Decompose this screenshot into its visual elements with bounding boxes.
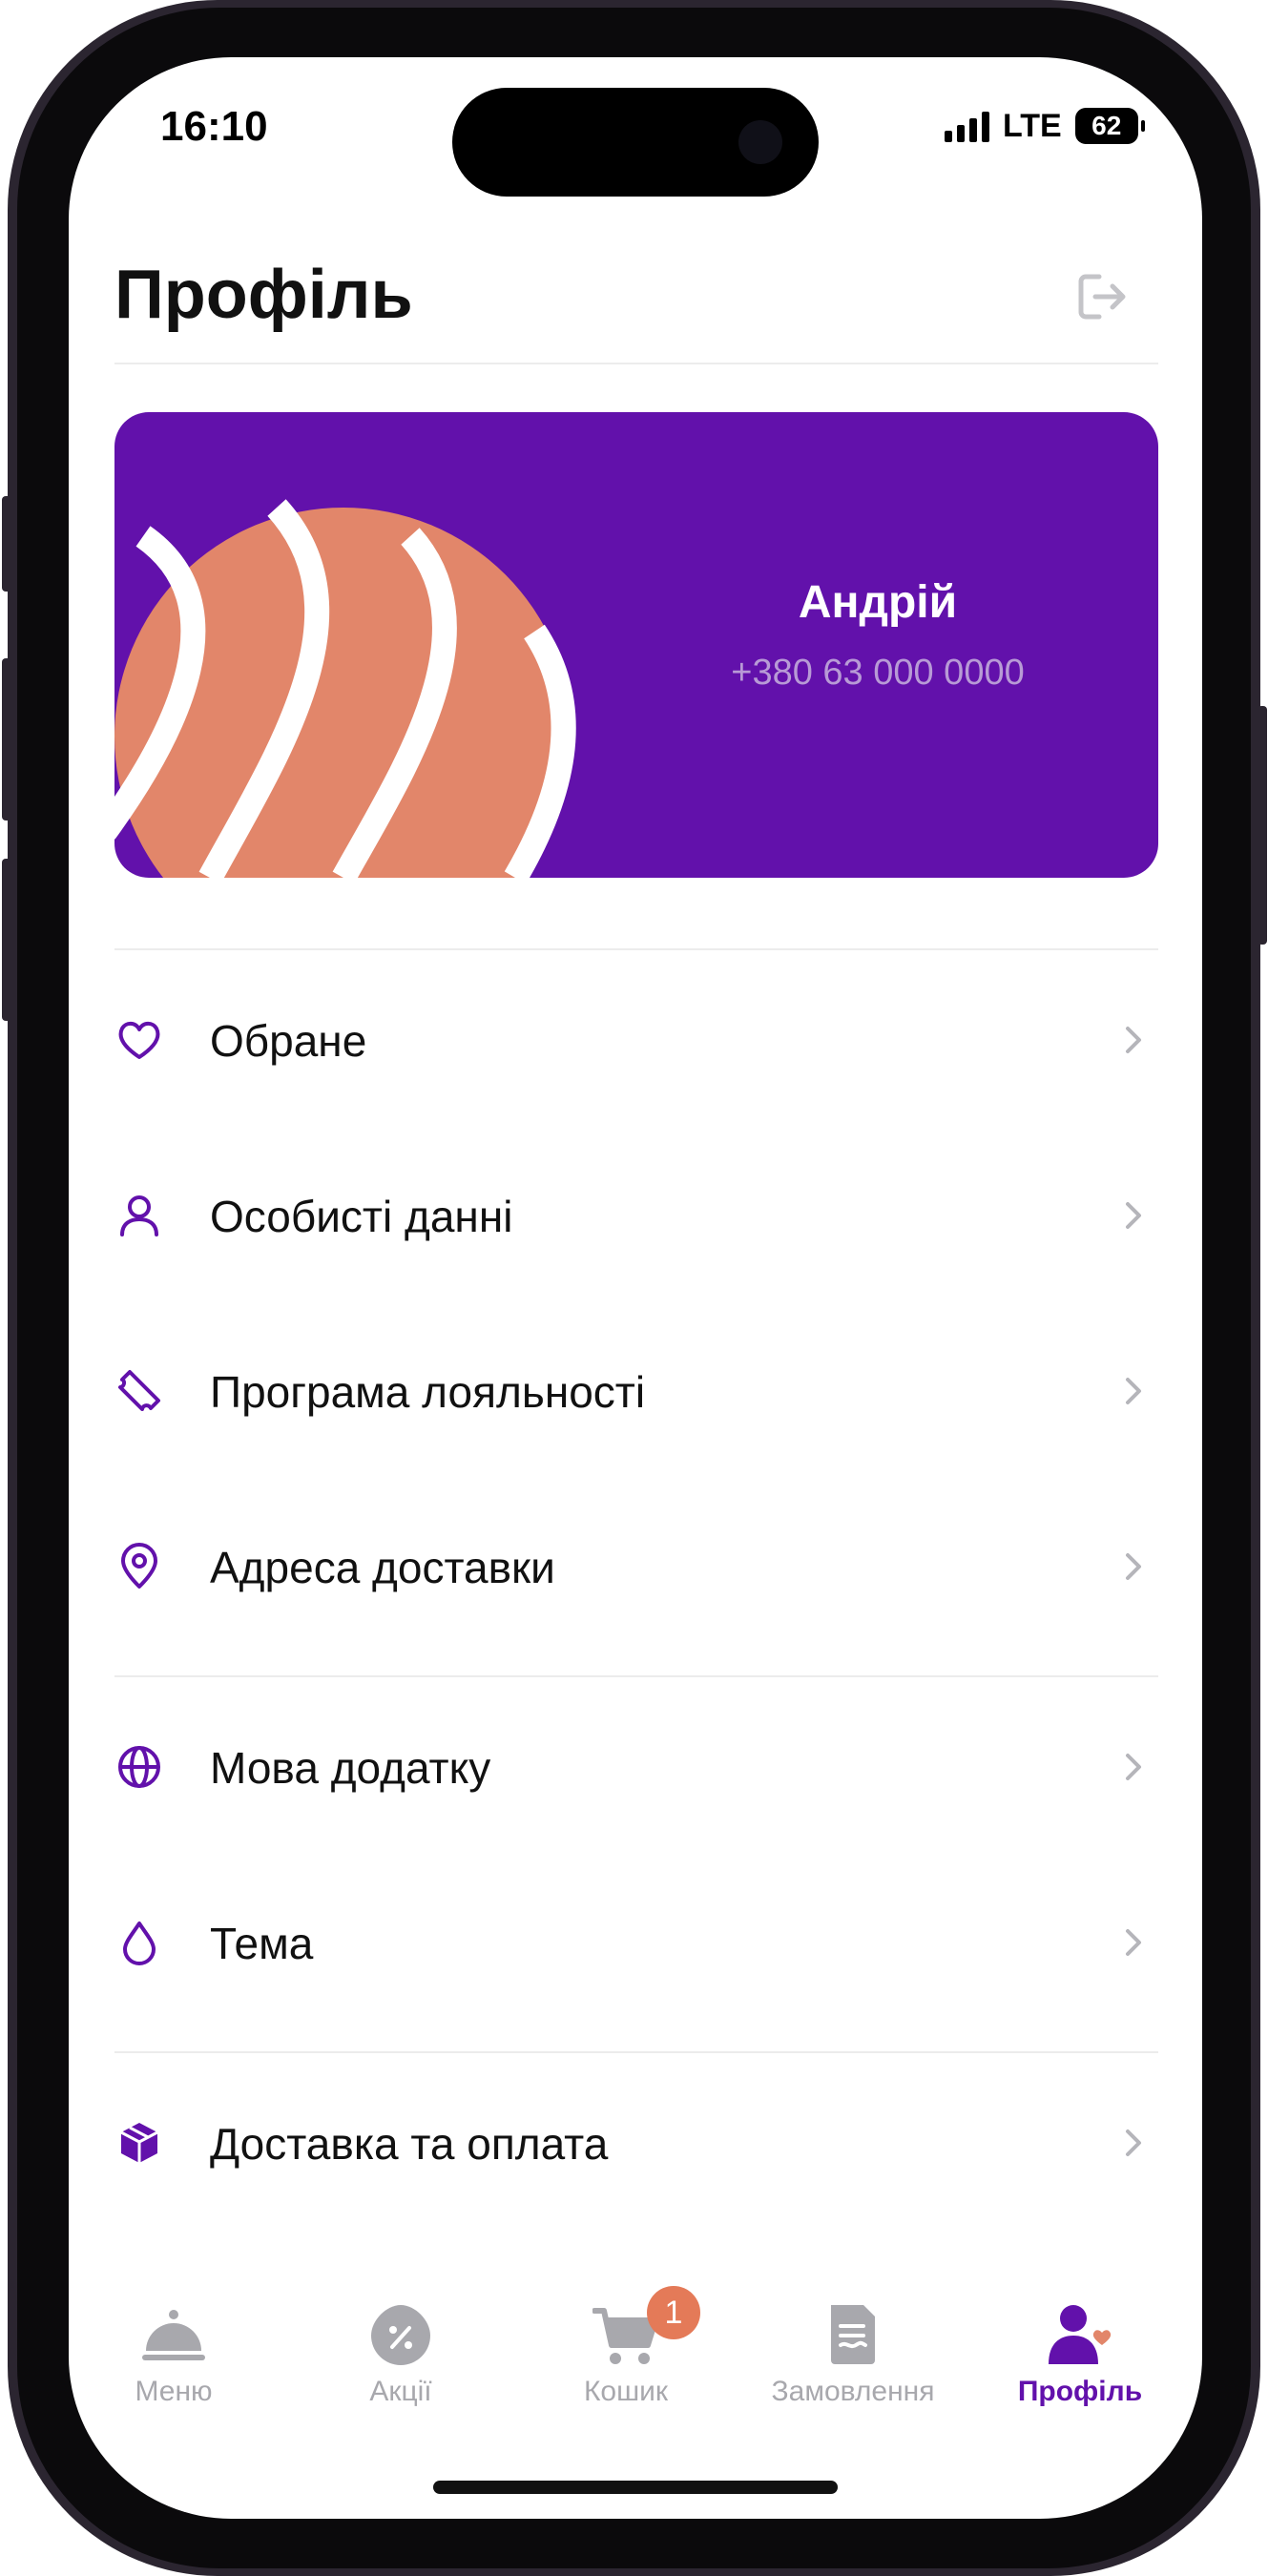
menu-item-label: Тема [210,1919,314,1968]
tab-cart[interactable]: 1 Кошик [521,2280,731,2414]
side-button [1258,706,1267,945]
menu-item-language[interactable]: Мова додатку [114,1710,1158,1824]
menu-item-delivery-address[interactable]: Адреса доставки [114,1509,1158,1624]
heart-icon [118,1021,160,1059]
phone-frame: 16:10 LTE 62 Профіль Андрій +380 63 000 … [0,0,1268,2576]
chevron-right-icon [1126,1202,1141,1229]
tab-bar: Меню Акції 1 Кошик Замовлення Профіль [69,2280,1202,2471]
tab-promotions[interactable]: Акції [296,2280,506,2414]
divider [114,948,1158,950]
menu-item-label: Доставка та оплата [210,2119,609,2169]
box-icon [120,2123,158,2163]
menu-item-personal-data[interactable]: Особисті данні [114,1158,1158,1273]
logout-button[interactable] [1071,265,1133,328]
tab-label: Замовлення [771,2376,935,2407]
globe-icon [118,1746,160,1788]
menu-item-delivery-payment[interactable]: Доставка та оплата [114,2086,1158,2200]
user-name: Андрій [798,577,958,628]
tab-label: Акції [369,2376,432,2407]
chevron-right-icon [1126,1378,1141,1404]
signal-icon [945,110,989,142]
tab-label: Меню [135,2376,213,2407]
drop-icon [123,1922,156,1965]
app-screen: 16:10 LTE 62 Профіль Андрій +380 63 000 … [69,57,1202,2519]
user-phone: +380 63 000 0000 [731,653,1025,693]
menu-item-favorites[interactable]: Обране [114,983,1158,1097]
profile-card[interactable]: Андрій +380 63 000 0000 [114,412,1158,878]
user-icon [120,1195,158,1236]
chevron-right-icon [1126,1553,1141,1580]
receipt-icon [831,2305,875,2364]
side-button [2,859,11,1021]
side-button [2,658,11,821]
dynamic-island [452,88,819,197]
page-title: Профіль [114,257,413,333]
divider [114,363,1158,364]
menu-item-loyalty[interactable]: Програма лояльності [114,1334,1158,1448]
tab-menu[interactable]: Меню [69,2280,279,2414]
chevron-right-icon [1126,1027,1141,1053]
menu-item-theme[interactable]: Тема [114,1885,1158,2000]
menu-item-label: Адреса доставки [210,1543,555,1592]
side-button [2,496,11,592]
cart-badge: 1 [647,2286,700,2339]
network-type: LTE [1003,107,1062,144]
profile-icon [1049,2305,1112,2364]
menu-item-label: Обране [210,1016,367,1066]
battery-icon: 62 [1074,108,1145,144]
home-indicator[interactable] [433,2481,838,2494]
status-indicators: LTE 62 [945,107,1145,145]
divider [114,1675,1158,1677]
logout-icon [1078,274,1126,320]
cloche-icon [142,2310,205,2360]
status-time: 16:10 [160,103,268,150]
camera-icon [738,120,782,164]
tab-profile[interactable]: Профіль [975,2280,1185,2414]
chevron-right-icon [1126,1929,1141,1956]
tab-orders[interactable]: Замовлення [748,2280,958,2414]
battery-level: 62 [1091,111,1122,140]
menu-item-label: Програма лояльності [210,1367,646,1417]
chevron-right-icon [1126,2129,1141,2156]
ticket-icon [118,1370,160,1411]
divider [114,2051,1158,2053]
tab-label: Профіль [1017,2376,1143,2407]
discount-icon [371,2305,430,2365]
salmon-illustration [114,499,576,878]
location-pin-icon [121,1543,157,1589]
chevron-right-icon [1126,1754,1141,1780]
menu-item-label: Особисті данні [210,1192,513,1241]
menu-item-label: Мова додатку [210,1743,491,1793]
tab-label: Кошик [583,2376,669,2407]
